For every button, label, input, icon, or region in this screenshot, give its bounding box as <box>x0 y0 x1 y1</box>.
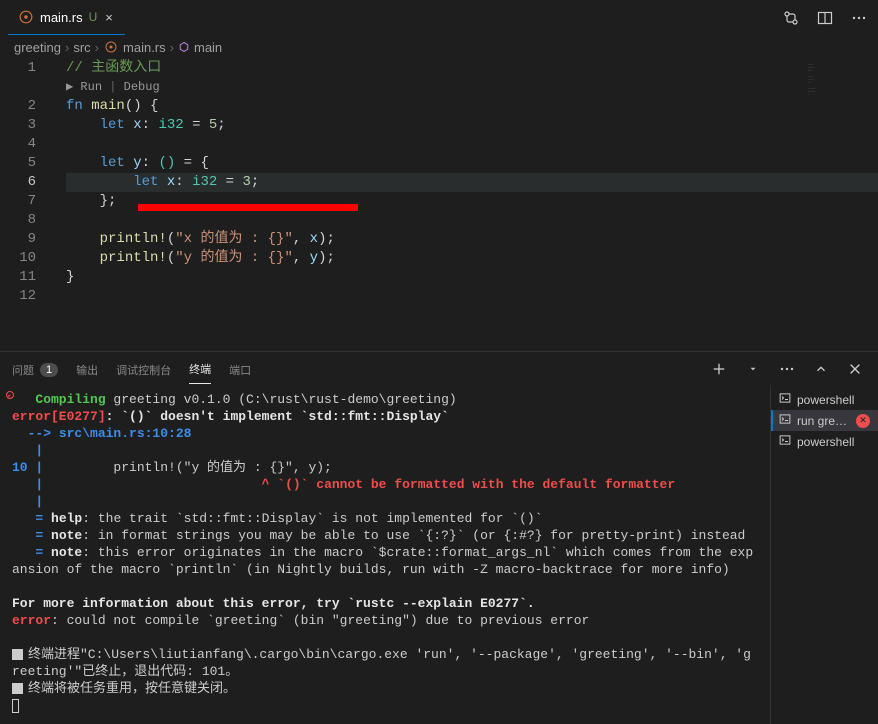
problems-count-badge: 1 <box>40 363 58 377</box>
terminal-list: powershell run gree… ✕ powershell <box>770 385 878 724</box>
tab-debug-console[interactable]: 调试控制台 <box>116 354 171 384</box>
codelens-run[interactable]: ▶ Run <box>66 80 102 94</box>
tab-filename: main.rs <box>40 10 83 25</box>
code-text: // 主函数入口 <box>66 60 161 76</box>
terminal-list-item[interactable]: powershell <box>771 389 878 410</box>
tab-problems[interactable]: 问题 1 <box>12 354 58 384</box>
editor-tab[interactable]: main.rs U × <box>8 0 125 35</box>
rust-file-icon <box>103 39 119 55</box>
breadcrumb-item[interactable]: greeting <box>14 40 61 55</box>
error-underline <box>138 204 358 211</box>
error-gutter-icon <box>6 391 14 399</box>
codelens-debug[interactable]: Debug <box>124 80 160 94</box>
info-block-icon <box>12 683 23 694</box>
terminal-list-item[interactable]: powershell <box>771 431 878 452</box>
terminal-error-close-icon[interactable]: ✕ <box>856 414 870 428</box>
terminal-dropdown-icon[interactable] <box>742 358 764 380</box>
info-block-icon <box>12 649 23 660</box>
minimap[interactable]: ▬▬▬▬▬▬▬▬▬▬▬▬▬▬▬▬▬▬▬▬▬▬▬▬▬▬▬▬▬▬▬▬▬▬▬▬ <box>804 59 864 351</box>
rust-file-icon <box>18 9 34 25</box>
tab-ports[interactable]: 端口 <box>229 354 251 384</box>
tab-terminal[interactable]: 终端 <box>189 353 211 384</box>
terminal-output[interactable]: Compiling greeting v0.1.0 (C:\rust\rust-… <box>0 385 770 724</box>
more-actions-icon[interactable] <box>848 7 870 29</box>
new-terminal-icon[interactable] <box>708 358 730 380</box>
symbol-method-icon <box>178 41 190 53</box>
chevron-right-icon: › <box>170 40 174 55</box>
more-icon[interactable] <box>776 358 798 380</box>
panel-tab-bar: 问题 1 输出 调试控制台 终端 端口 <box>0 352 878 385</box>
terminal-icon <box>779 434 791 449</box>
code-editor[interactable]: 1 2 3 4 5 6 7 8 9 10 11 12 // 主函数入口 ▶ Ru… <box>0 59 878 351</box>
breadcrumb-item[interactable]: src <box>73 40 90 55</box>
line-number-gutter: 1 2 3 4 5 6 7 8 9 10 11 12 <box>0 59 54 351</box>
split-editor-icon[interactable] <box>814 7 836 29</box>
terminal-icon <box>779 392 791 407</box>
breadcrumb-item[interactable]: main <box>194 40 222 55</box>
tab-output[interactable]: 输出 <box>76 354 98 384</box>
tab-modified-marker: U <box>89 10 98 24</box>
maximize-panel-icon[interactable] <box>810 358 832 380</box>
close-panel-icon[interactable] <box>844 358 866 380</box>
terminal-cursor <box>12 699 19 713</box>
terminal-list-item[interactable]: run gree… ✕ <box>771 410 878 431</box>
breadcrumb-item[interactable]: main.rs <box>123 40 166 55</box>
terminal-icon <box>779 413 791 428</box>
chevron-right-icon: › <box>95 40 99 55</box>
compare-changes-icon[interactable] <box>780 7 802 29</box>
chevron-right-icon: › <box>65 40 69 55</box>
tab-close-button[interactable]: × <box>103 10 115 25</box>
breadcrumb[interactable]: greeting › src › main.rs › main <box>0 35 878 59</box>
